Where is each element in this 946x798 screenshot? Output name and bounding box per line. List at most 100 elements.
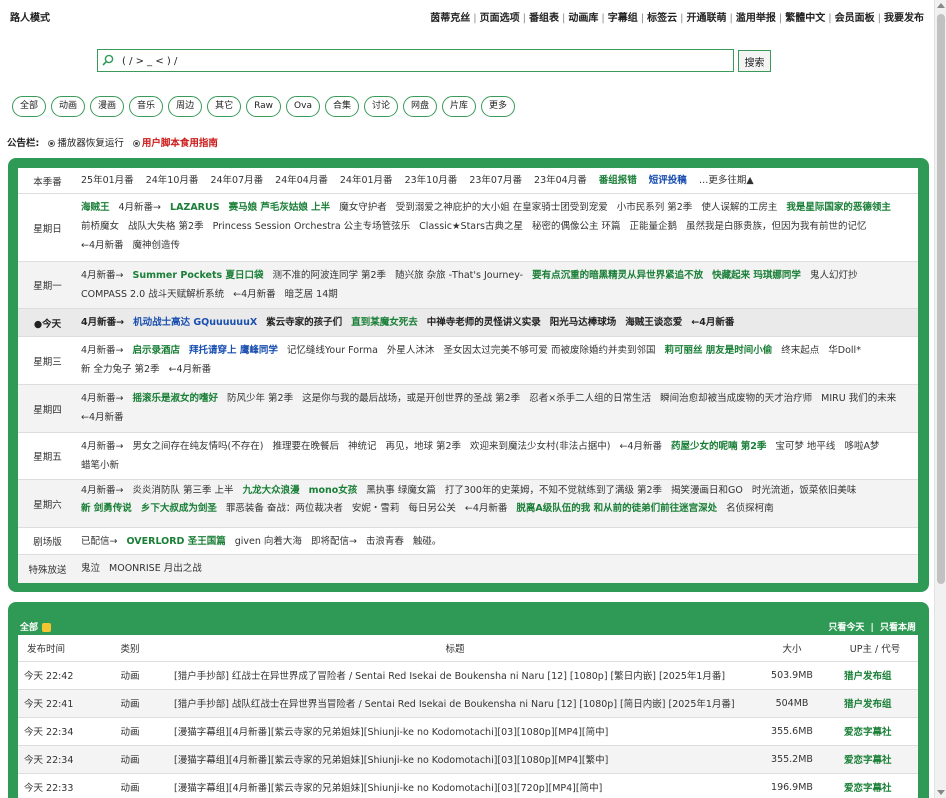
show-link[interactable]: 快藏起来 玛琪娜同学 [712, 270, 801, 281]
cell-title[interactable]: [漫猫字幕组][4月新番][紫云寺家的兄弟姐妹][Shiunji-ke no K… [158, 717, 752, 746]
show-link[interactable]: MIRU 我们的未来 [821, 393, 896, 404]
review-submit-link[interactable]: 短评投稿 [649, 175, 687, 186]
show-link[interactable]: 药屋少女的呢喃 第2季 [671, 441, 766, 452]
show-link[interactable]: 4月新番→ [81, 317, 124, 328]
cell-title[interactable]: [猎户手抄部] 战队红战士在异世界当冒险者 / Sentai Red Iseka… [158, 689, 752, 718]
notice-link[interactable]: 播放器恢复运行 [57, 138, 124, 149]
show-link[interactable]: 阳光马达棒球场 [550, 317, 617, 328]
show-link[interactable]: 外星人沐沐 [387, 345, 435, 356]
show-link[interactable]: 触碰。 [413, 536, 442, 547]
nav-link[interactable]: 我要发布 [884, 13, 924, 24]
search-button[interactable]: 搜索 [738, 50, 771, 72]
show-link[interactable]: 华Doll* [828, 345, 861, 356]
show-link[interactable]: 摇滚乐是淑女的嗜好 [133, 393, 219, 404]
show-link[interactable]: 推理要在晚餐后 [272, 441, 339, 452]
nav-link[interactable]: 字幕组 [608, 13, 638, 24]
show-link[interactable]: 防风少年 第2季 [227, 393, 293, 404]
show-link[interactable]: 蜡笔小新 [81, 460, 119, 471]
column-header[interactable]: 大小 [752, 635, 832, 662]
show-link[interactable]: 鬼人幻灯抄 [810, 270, 858, 281]
cell-title[interactable]: [漫猫字幕组][4月新番][紫云寺家的兄弟姐妹][Shiunji-ke no K… [158, 773, 752, 798]
cell-title[interactable]: [猎户手抄部] 红战士在异世界成了冒险者 / Sentai Red Isekai… [158, 661, 752, 690]
category-more[interactable]: 更多 [481, 96, 516, 117]
show-link[interactable]: 暗芝居 14期 [285, 289, 338, 300]
show-link[interactable]: 4月新番→ [119, 202, 162, 213]
show-link[interactable]: 乡下大叔成为剑圣 [141, 503, 217, 514]
show-link[interactable]: 炎炎消防队 第三季 上半 [133, 485, 234, 496]
show-link[interactable]: 新 全力兔子 第2季 [81, 364, 160, 375]
show-link[interactable]: 这是你与我的最后战场，或是开创世界的圣战 第2季 [302, 393, 520, 404]
show-link[interactable]: given 向着大海 [235, 536, 302, 547]
show-link[interactable]: 正能量企鹅 [630, 221, 678, 232]
show-link[interactable]: 鬼泣 [81, 563, 100, 574]
show-link[interactable]: 宝可梦 地平线 [775, 441, 835, 452]
category-anime[interactable]: 动画 [51, 96, 86, 117]
show-link[interactable]: COMPASS 2.0 战斗天赋解析系统 [81, 289, 224, 300]
show-link[interactable]: LAZARUS [170, 202, 220, 213]
category-ova[interactable]: Ova [286, 96, 320, 117]
nav-link[interactable]: 繁體中文 [785, 13, 825, 24]
category-netdisk[interactable]: 网盘 [403, 96, 438, 117]
nav-link[interactable]: 动画库 [568, 13, 598, 24]
show-link[interactable]: 欢迎来到魔法少女村(非法占据中) [470, 441, 610, 452]
show-link[interactable]: 九龙大众浪漫 [243, 485, 300, 496]
show-link[interactable]: 4月新番→ [81, 441, 124, 452]
show-link[interactable]: 新 剑勇传说 [81, 503, 132, 514]
show-link[interactable]: 海贼王谈恋爱 [625, 317, 682, 328]
cell-uploader[interactable]: 爱恋字幕社 [832, 745, 918, 774]
nav-link[interactable]: 页面选项 [480, 13, 520, 24]
nav-link[interactable]: 标签云 [647, 13, 677, 24]
show-link[interactable]: 脱离A级队伍的我 和从前的徒弟们前往迷宫深处 [516, 503, 717, 514]
show-link[interactable]: 拜托请穿上 鹰峰同学 [189, 345, 278, 356]
show-link[interactable]: 虽然我是白豚贵族，但因为我有前世的记忆 [686, 221, 867, 232]
show-link[interactable]: 哆啦A梦 [844, 441, 879, 452]
nav-link[interactable]: 开通联萌 [687, 13, 727, 24]
notice-link-userscript[interactable]: 用户脚本食用指南 [142, 138, 218, 149]
show-link[interactable]: 秘密的偶像公主 环篇 [532, 221, 621, 232]
cell-title[interactable]: [漫猫字幕组][4月新番][紫云寺家的兄弟姐妹][Shiunji-ke no K… [158, 745, 752, 774]
category-merch[interactable]: 周边 [168, 96, 203, 117]
scroll-up-icon[interactable] [937, 3, 945, 8]
show-link[interactable]: 随兴旅 杂旅 -That's Journey- [395, 270, 523, 281]
category-other[interactable]: 其它 [207, 96, 242, 117]
more-seasons-link[interactable]: …更多往期▲ [699, 175, 754, 186]
show-link[interactable]: 神统记 [348, 441, 377, 452]
show-link[interactable]: 黑执事 绿魔女篇 [366, 485, 436, 496]
season-current[interactable]: 本季番 [18, 168, 77, 193]
show-link[interactable]: 圣女因太过完美不够可爱 而被废除婚约并卖到邻国 [443, 345, 655, 356]
show-link[interactable]: 魔神创造传 [133, 240, 181, 251]
category-all[interactable]: 全部 [12, 96, 47, 117]
show-link[interactable]: 受到溺爱之神庇护的大小姐 在皇家骑士团受到宠爱 [396, 202, 608, 213]
show-link[interactable]: 赛马娘 芦毛灰姑娘 上半 [229, 202, 331, 213]
show-link[interactable]: 终末起点 [781, 345, 819, 356]
cell-type[interactable]: 动画 [102, 745, 158, 774]
show-link[interactable]: OVERLORD 圣王国篇 [126, 536, 225, 547]
today-only-link[interactable]: 只看今天 [828, 623, 864, 633]
show-link[interactable]: ←4月新番 [233, 289, 276, 300]
column-header[interactable]: 发布时间 [18, 635, 102, 662]
category-manga[interactable]: 漫画 [90, 96, 125, 117]
show-link[interactable]: 再见，地球 第2季 [385, 441, 461, 452]
show-link[interactable]: 记忆缝线Your Forma [287, 345, 378, 356]
show-link[interactable]: 要有点沉重的暗黑精灵从异世界紧追不放 [532, 270, 703, 281]
show-link[interactable]: 4月新番→ [81, 393, 124, 404]
rss-icon[interactable] [42, 623, 52, 632]
cell-type[interactable]: 动画 [102, 689, 158, 718]
cell-type[interactable]: 动画 [102, 773, 158, 798]
this-week-link[interactable]: 只看本周 [880, 623, 916, 633]
scrollbar-thumb[interactable] [937, 14, 945, 584]
nav-link[interactable]: 会员面板 [835, 13, 875, 24]
show-link[interactable]: 中禅寺老师的灵怪讲义实录 [427, 317, 541, 328]
season-link[interactable]: 24年01月番 [340, 175, 393, 186]
show-link[interactable]: 直到某魔女死去 [351, 317, 418, 328]
show-link[interactable]: ←4月新番 [81, 240, 124, 251]
show-link[interactable]: 机动战士高达 GQuuuuuuX [133, 317, 257, 328]
show-link[interactable]: ←4月新番 [81, 412, 124, 423]
show-link[interactable]: 海贼王 [81, 202, 110, 213]
scroll-down-icon[interactable] [937, 790, 945, 795]
nav-link[interactable]: 滥用举报 [736, 13, 776, 24]
category-library[interactable]: 片库 [442, 96, 477, 117]
show-link[interactable]: Classic★Stars古典之星 [419, 221, 523, 232]
column-header[interactable]: 类别 [102, 635, 158, 662]
cell-uploader[interactable]: 猎户发布组 [832, 689, 918, 718]
